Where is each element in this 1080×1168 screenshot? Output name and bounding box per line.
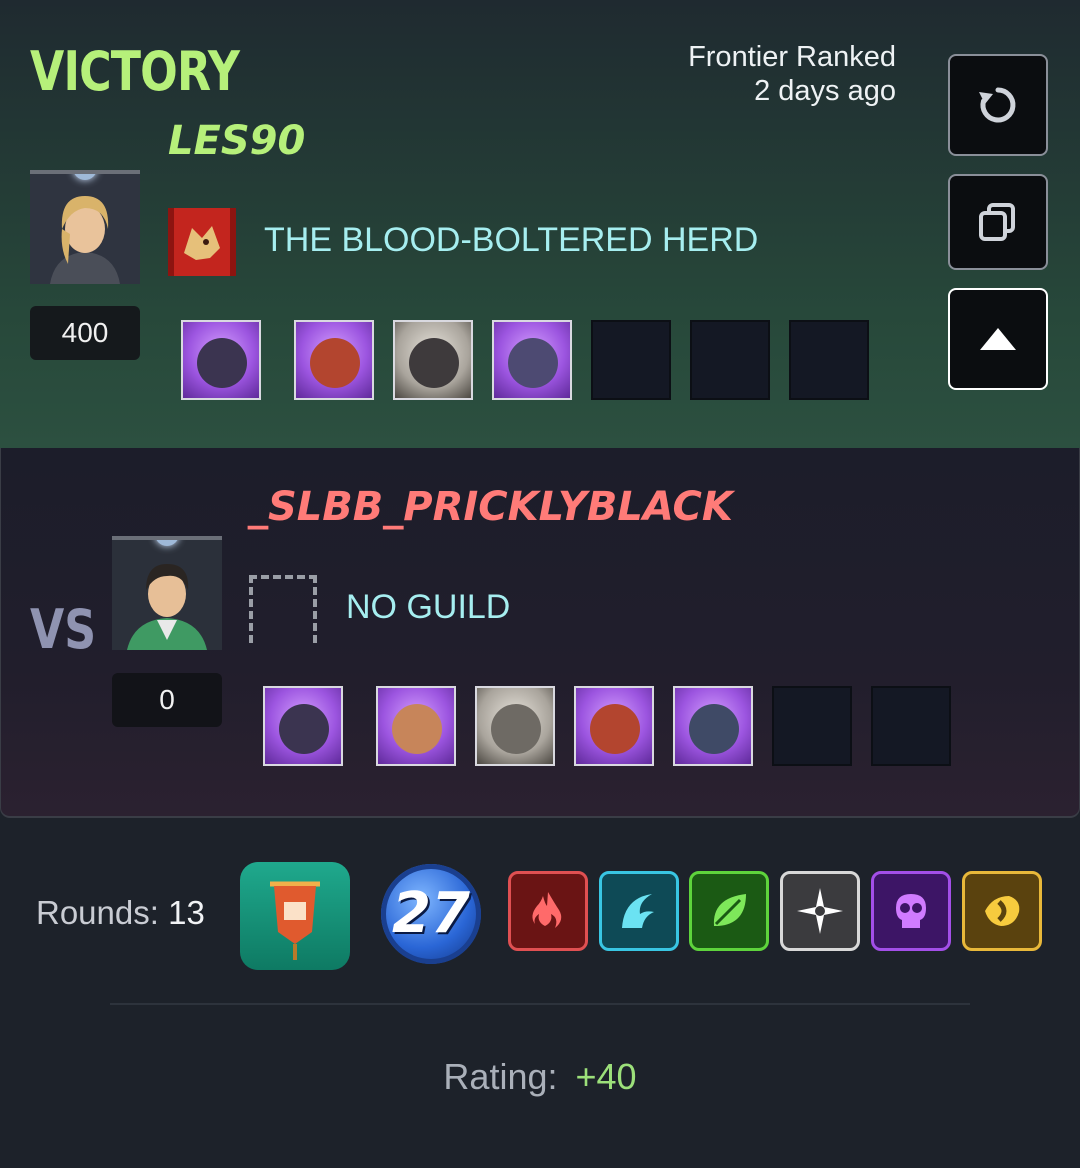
winner-card-2[interactable] xyxy=(294,320,374,400)
winner-avatar[interactable] xyxy=(30,170,140,284)
winner-card-3[interactable] xyxy=(393,320,473,400)
life-element-icon[interactable] xyxy=(780,871,860,951)
rating-delta: +40 xyxy=(575,1056,637,1097)
rounds-info: Rounds: 13 xyxy=(36,894,205,932)
fire-element-icon[interactable] xyxy=(508,871,588,951)
loser-name[interactable]: _SLBB_PRICKLYBLACK xyxy=(248,484,733,530)
winner-empty-slot xyxy=(789,320,869,400)
rounds-label: Rounds: xyxy=(36,894,159,931)
loser-empty-slot xyxy=(772,686,852,766)
player-portrait-icon xyxy=(30,174,140,284)
winner-empty-slot xyxy=(690,320,770,400)
replay-button[interactable] xyxy=(948,54,1048,156)
water-element-icon[interactable] xyxy=(599,871,679,951)
player-portrait-icon xyxy=(112,540,222,650)
chevron-up-icon xyxy=(980,328,1016,350)
battle-result-card: VICTORY Frontier Ranked 2 days ago LES90… xyxy=(0,0,1080,1168)
loser-card-1[interactable] xyxy=(263,686,343,766)
loser-guild-name: NO GUILD xyxy=(346,588,511,626)
copy-button[interactable] xyxy=(948,174,1048,270)
replay-icon xyxy=(979,87,1016,123)
banner-ruleset-icon[interactable] xyxy=(240,862,350,970)
collapse-button[interactable] xyxy=(948,288,1048,390)
loser-card-5[interactable] xyxy=(673,686,753,766)
winner-guild-name[interactable]: THE BLOOD-BOLTERED HERD xyxy=(264,221,758,260)
copy-icon xyxy=(979,203,1015,241)
dragon-element-icon[interactable] xyxy=(962,871,1042,951)
rating-change: Rating: +40 xyxy=(0,1056,1080,1098)
vs-label: VS xyxy=(30,598,97,661)
match-time: 2 days ago xyxy=(754,75,896,107)
earth-element-icon[interactable] xyxy=(689,871,769,951)
no-guild-icon xyxy=(249,575,317,643)
mana-cap-badge: 27 xyxy=(381,864,481,964)
death-element-icon[interactable] xyxy=(871,871,951,951)
rounds-value: 13 xyxy=(168,894,205,931)
winner-rating-box: 400 xyxy=(30,306,140,360)
rating-label: Rating: xyxy=(443,1056,558,1097)
summary-divider xyxy=(110,1003,970,1005)
loser-card-2[interactable] xyxy=(376,686,456,766)
loser-avatar[interactable] xyxy=(112,536,222,650)
loser-card-3[interactable] xyxy=(475,686,555,766)
winner-name[interactable]: LES90 xyxy=(168,118,305,164)
winner-section: VICTORY Frontier Ranked 2 days ago LES90… xyxy=(0,0,1080,448)
mana-cap-value: 27 xyxy=(392,881,470,946)
guild-banner-icon xyxy=(168,208,236,276)
winner-card-4[interactable] xyxy=(492,320,572,400)
loser-empty-slot xyxy=(871,686,951,766)
result-label: VICTORY xyxy=(30,40,240,103)
match-info: Frontier Ranked 2 days ago xyxy=(688,40,896,108)
winner-empty-slot xyxy=(591,320,671,400)
loser-rating-box: 0 xyxy=(112,673,222,727)
loser-card-4[interactable] xyxy=(574,686,654,766)
winner-card-1[interactable] xyxy=(181,320,261,400)
match-mode: Frontier Ranked xyxy=(688,41,896,73)
